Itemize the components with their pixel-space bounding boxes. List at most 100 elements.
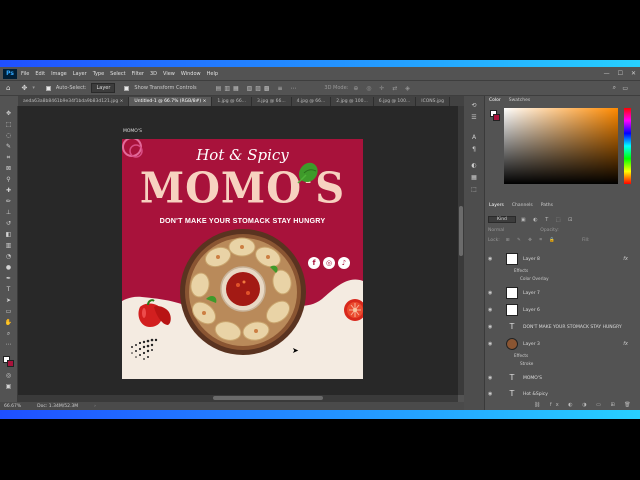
minimize-button[interactable]: —: [604, 70, 610, 77]
eyedropper-tool-icon[interactable]: ⚲: [4, 176, 13, 183]
blend-mode-select[interactable]: Normal: [488, 228, 504, 233]
align-icons[interactable]: ▤▥▦ ▧▨▩ ≡ ⋯: [216, 85, 300, 92]
layer-row[interactable]: ◉ T MOMO'S: [486, 370, 640, 386]
rectangle-tool-icon[interactable]: ▭: [4, 308, 13, 315]
menu-layer[interactable]: Layer: [73, 71, 87, 77]
visibility-eye-icon[interactable]: ◉: [488, 391, 496, 397]
filter-icons[interactable]: ▣ ◐ T ⬚ ⊡: [521, 217, 575, 223]
libraries-icon[interactable]: ▦: [470, 174, 478, 182]
menu-image[interactable]: Image: [51, 71, 67, 77]
quick-select-tool-icon[interactable]: ✎: [4, 143, 13, 150]
search-icon[interactable]: ⌕: [613, 84, 616, 92]
visibility-eye-icon[interactable]: ◉: [488, 375, 496, 381]
crop-tool-icon[interactable]: ⌗: [4, 154, 13, 161]
auto-select-checkbox[interactable]: [45, 85, 51, 91]
stroke-effect[interactable]: Stroke: [520, 361, 533, 366]
history-icon[interactable]: ⟲: [470, 102, 478, 110]
type-tool-icon[interactable]: T: [4, 286, 13, 293]
screen-mode-icon[interactable]: ▣: [4, 383, 13, 390]
path-select-tool-icon[interactable]: ➤: [4, 297, 13, 304]
menu-window[interactable]: Window: [181, 71, 201, 77]
filter-kind-select[interactable]: Kind: [488, 216, 516, 223]
visibility-eye-icon[interactable]: ◉: [488, 307, 496, 313]
layer-row[interactable]: ◉ Layer 7: [486, 285, 640, 301]
facebook-icon[interactable]: f: [308, 257, 320, 269]
fx-icon[interactable]: fx: [623, 341, 628, 347]
tab-document[interactable]: 3.jpg @ 66...: [252, 97, 292, 106]
instagram-icon[interactable]: ◎: [323, 257, 335, 269]
styles-icon[interactable]: ⬚: [470, 186, 478, 194]
color-picker-field[interactable]: [504, 108, 618, 184]
tab-layers[interactable]: Layers: [489, 203, 504, 208]
dodge-tool-icon[interactable]: ●: [4, 264, 13, 271]
eraser-tool-icon[interactable]: ◧: [4, 231, 13, 238]
clone-stamp-tool-icon[interactable]: ⊥: [4, 209, 13, 216]
paragraph-icon[interactable]: ¶: [470, 146, 478, 154]
menu-view[interactable]: View: [163, 71, 175, 77]
visibility-eye-icon[interactable]: ◉: [488, 324, 496, 330]
visibility-eye-icon[interactable]: ◉: [488, 290, 496, 296]
gradient-tool-icon[interactable]: ▥: [4, 242, 13, 249]
blur-tool-icon[interactable]: ◔: [4, 253, 13, 260]
close-button[interactable]: ✕: [631, 70, 636, 77]
character-icon[interactable]: A: [470, 134, 478, 142]
marquee-tool-icon[interactable]: ⬚: [4, 121, 13, 128]
lock-icons[interactable]: ⊞ ✎ ✥ ⌗ 🔒: [506, 237, 558, 243]
artboard-label[interactable]: MOMO'S: [123, 129, 142, 134]
zoom-tool-icon[interactable]: ⌕: [4, 330, 13, 337]
maximize-button[interactable]: ☐: [618, 70, 623, 77]
tab-document[interactable]: 2.jpg @ 100...: [331, 97, 374, 106]
tab-channels[interactable]: Channels: [512, 203, 533, 208]
tab-document[interactable]: 4.jpg @ 66...: [292, 97, 332, 106]
menu-help[interactable]: Help: [207, 71, 218, 77]
tab-color[interactable]: Color: [489, 98, 501, 103]
history-brush-tool-icon[interactable]: ↺: [4, 220, 13, 227]
hand-tool-icon[interactable]: ✋: [4, 319, 13, 326]
tab-document[interactable]: aeda63a8b8461b9e34f1bda9b83d121.jpg ×: [18, 97, 130, 106]
menu-filter[interactable]: Filter: [132, 71, 144, 77]
document-size[interactable]: Doc: 1.34M/52.3M: [37, 404, 78, 409]
layer-row[interactable]: ◉ Layer 8 fx: [486, 251, 640, 267]
tab-document-active[interactable]: Untitled-1 @ 66.7% (RGB/8#) ×: [129, 97, 213, 106]
bg-color-chip[interactable]: [493, 114, 500, 121]
pen-tool-icon[interactable]: ✒: [4, 275, 13, 282]
move-tool-icon[interactable]: ✥: [21, 84, 27, 92]
tab-document[interactable]: 1.jpg @ 66...: [212, 97, 253, 106]
tab-paths[interactable]: Paths: [541, 203, 553, 208]
tab-document[interactable]: 6.jpg @ 100...: [374, 97, 417, 106]
adjustments-icon[interactable]: ◐: [470, 162, 478, 170]
visibility-eye-icon[interactable]: ◉: [488, 256, 496, 262]
home-icon[interactable]: ⌂: [6, 84, 10, 92]
menu-type[interactable]: Type: [93, 71, 104, 77]
frame-tool-icon[interactable]: ⊠: [4, 165, 13, 172]
horizontal-scrollbar[interactable]: [18, 395, 458, 402]
color-overlay-effect[interactable]: Color Overlay: [520, 276, 549, 281]
zoom-level[interactable]: 66.67%: [4, 404, 21, 409]
poster-artwork[interactable]: Hot & Spicy MOMO'S DON'T MAKE YOUR STOMA…: [122, 139, 363, 379]
auto-select-target-select[interactable]: Layer: [91, 83, 116, 93]
background-color-swatch[interactable]: [7, 360, 14, 367]
layer-row[interactable]: ◉ Layer 6: [486, 302, 640, 318]
menu-select[interactable]: Select: [110, 71, 125, 77]
menu-edit[interactable]: Edit: [35, 71, 45, 77]
layer-row[interactable]: ◉ T DON'T MAKE YOUR STOMACK STAY HUNGRY: [486, 319, 640, 335]
tab-document[interactable]: ICONS.jpg: [416, 97, 450, 106]
healing-brush-tool-icon[interactable]: ✚: [4, 187, 13, 194]
layer-row[interactable]: ◉ T Hot &Spicy: [486, 386, 640, 402]
workspace-icon[interactable]: ▭: [622, 85, 628, 92]
properties-icon[interactable]: ☰: [470, 114, 478, 122]
tab-swatches[interactable]: Swatches: [509, 98, 531, 103]
move-tool-icon[interactable]: ✥: [4, 110, 13, 117]
tiktok-icon[interactable]: ♪: [338, 257, 350, 269]
layer-row[interactable]: ◉ Layer 3 fx: [486, 336, 640, 352]
more-tools-icon[interactable]: ⋯: [4, 341, 13, 348]
menu-file[interactable]: File: [21, 71, 29, 77]
quick-mask-icon[interactable]: ◎: [4, 372, 13, 379]
menu-3d[interactable]: 3D: [150, 71, 157, 77]
fx-icon[interactable]: fx: [623, 256, 628, 262]
show-transform-checkbox[interactable]: [124, 85, 130, 91]
layers-footer-icons[interactable]: ⛓ fx ◐ ◑ ▭ ⊞ 🗑: [534, 402, 635, 408]
lasso-tool-icon[interactable]: ◌: [4, 132, 13, 139]
3d-tools-icons[interactable]: ⊕ ◎ ✛ ⇄ ◈: [353, 85, 413, 92]
hue-slider[interactable]: [624, 108, 631, 184]
